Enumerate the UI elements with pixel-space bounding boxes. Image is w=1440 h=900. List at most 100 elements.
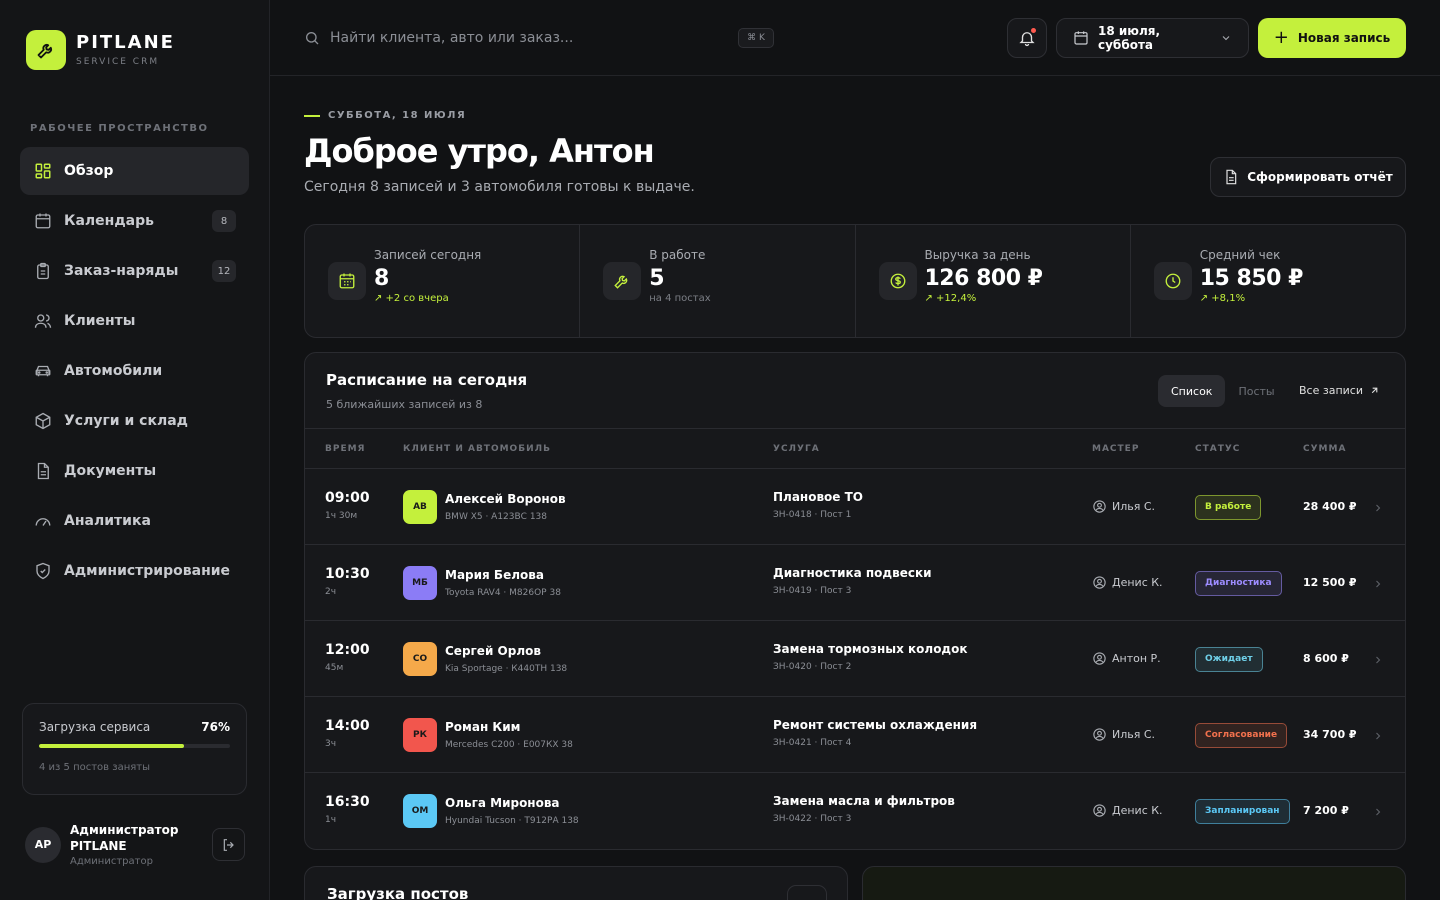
- stat-label: Записей сегодня: [374, 248, 482, 262]
- client-avatar: РК: [403, 718, 437, 752]
- all-entries-link[interactable]: Все записи: [1299, 384, 1380, 397]
- view-toggle: Список Посты: [1158, 375, 1288, 407]
- table-row[interactable]: 16:30 1ч ОМ Ольга Миронова Hyundai Tucso…: [305, 773, 1405, 849]
- status-badge: Ожидает: [1195, 647, 1263, 672]
- load-progress-fill: [39, 744, 185, 748]
- stat-card-revenue[interactable]: Выручка за день 126 800 ₽ ↗ +12,4%: [856, 225, 1131, 337]
- client-car: Mercedes C200 · Е007КХ 38: [445, 740, 573, 750]
- document-icon: [1226, 169, 1237, 185]
- sidebar-item-administration[interactable]: Администрирование: [20, 547, 249, 595]
- posts-menu-button[interactable]: [787, 885, 827, 900]
- logout-button[interactable]: [212, 828, 245, 861]
- sidebar-item-label: Администрирование: [64, 563, 231, 579]
- search-shortcut: ⌘ K: [738, 28, 774, 48]
- calendar-icon: [33, 211, 53, 231]
- clipboard-icon: [33, 261, 53, 281]
- client-avatar: АВ: [403, 490, 437, 524]
- user-circle-icon: [1093, 652, 1106, 665]
- chevron-right-icon: [1376, 580, 1381, 588]
- client-avatar: ОМ: [403, 794, 437, 828]
- sidebar-item-documents[interactable]: Документы: [20, 447, 249, 495]
- status-badge: Диагностика: [1195, 571, 1282, 596]
- table-row[interactable]: 12:00 45м СО Сергей Орлов Kia Sportage ·…: [305, 621, 1405, 697]
- table-row[interactable]: 09:00 1ч 30м АВ Алексей Воронов BMW X5 ·…: [305, 469, 1405, 545]
- stat-label: Выручка за день: [924, 248, 1031, 262]
- search-icon: [306, 32, 319, 45]
- row-time: 09:00: [325, 490, 370, 506]
- wrench-icon: [603, 262, 642, 300]
- client-car: Hyundai Tucson · Т912РА 138: [445, 816, 579, 826]
- row-duration: 3ч: [325, 739, 337, 749]
- sidebar-item-label: Календарь: [64, 213, 154, 229]
- master-name: Илья С.: [1112, 500, 1156, 513]
- search-input[interactable]: [330, 30, 730, 46]
- status-badge: Согласование: [1195, 723, 1288, 748]
- gauge-icon: [33, 511, 53, 531]
- client-name: Алексей Воронов: [445, 492, 566, 506]
- table-row[interactable]: 10:30 2ч МБ Мария Белова Toyota RAV4 · М…: [305, 545, 1405, 621]
- app-name: PITLANE: [76, 32, 175, 53]
- user-circle-icon: [1093, 500, 1106, 513]
- app-subtitle: SERVICE CRM: [76, 57, 160, 67]
- arrow-up-right-icon: [1371, 387, 1378, 394]
- load-progress-bar: [39, 744, 230, 748]
- accent-line: [304, 114, 320, 117]
- table-row[interactable]: 14:00 3ч РК Роман Ким Mercedes C200 · Е0…: [305, 697, 1405, 773]
- row-duration: 1ч: [325, 815, 337, 825]
- master-name: Антон Р.: [1112, 652, 1161, 665]
- logo[interactable]: PITLANE SERVICE CRM: [26, 30, 175, 70]
- row-time: 12:00: [325, 642, 370, 658]
- schedule-header: Расписание на сегодня 5 ближайших записе…: [305, 353, 1405, 429]
- notification-dot: [1031, 28, 1036, 33]
- load-note: 4 из 5 постов заняты: [39, 762, 150, 773]
- service-name: Замена тормозных колодок: [773, 642, 968, 656]
- stat-card-in-progress[interactable]: В работе 5 на 4 постах: [580, 225, 856, 337]
- new-entry-button[interactable]: + Новая запись: [1258, 18, 1406, 58]
- stat-card-average-check[interactable]: Средний чек 15 850 ₽ ↗ +8,1%: [1131, 225, 1405, 337]
- posts-load-title: Загрузка постов: [327, 885, 469, 900]
- sidebar: PITLANE SERVICE CRM РАБОЧЕЕ ПРОСТРАНСТВО…: [0, 0, 270, 900]
- notifications-button[interactable]: [1007, 18, 1047, 58]
- stat-value: 126 800 ₽: [924, 266, 1043, 291]
- stat-note: ↗ +12,4%: [924, 293, 977, 304]
- stat-label: В работе: [649, 248, 706, 262]
- date-picker-button[interactable]: 18 июля, суббота: [1056, 18, 1249, 58]
- sidebar-item-calendar[interactable]: Календарь 8: [20, 197, 249, 245]
- row-sum: 28 400 ₽: [1303, 500, 1357, 513]
- tab-list[interactable]: Список: [1158, 375, 1226, 407]
- sidebar-item-clients[interactable]: Клиенты: [20, 297, 249, 345]
- dollar-icon: [878, 262, 917, 300]
- sidebar-item-label: Клиенты: [64, 313, 136, 329]
- stats-panel: Записей сегодня 8 ↗ +2 со вчера В работе…: [304, 224, 1406, 338]
- stat-value: 8: [374, 266, 389, 291]
- service-meta: ЗН-0419 · Пост 3: [773, 586, 852, 596]
- service-name: Плановое ТО: [773, 490, 864, 504]
- chevron-right-icon: [1376, 732, 1381, 740]
- schedule-title: Расписание на сегодня: [326, 371, 528, 389]
- user-circle-icon: [1093, 804, 1106, 817]
- grid-icon: [33, 161, 53, 181]
- row-sum: 7 200 ₽: [1303, 804, 1349, 817]
- row-duration: 45м: [325, 663, 344, 673]
- service-name: Ремонт системы охлаждения: [773, 718, 978, 732]
- sidebar-item-overview[interactable]: Обзор: [20, 147, 249, 195]
- tab-posts[interactable]: Посты: [1225, 375, 1287, 407]
- sidebar-item-analytics[interactable]: Аналитика: [20, 497, 249, 545]
- box-icon: [33, 411, 53, 431]
- generate-report-button[interactable]: Сформировать отчёт: [1210, 157, 1406, 197]
- row-time: 14:00: [325, 718, 370, 734]
- user-circle-icon: [1093, 576, 1106, 589]
- stat-card-appointments[interactable]: Записей сегодня 8 ↗ +2 со вчера: [305, 225, 581, 337]
- avatar[interactable]: АР: [25, 826, 61, 863]
- sidebar-item-work-orders[interactable]: Заказ-наряды 12: [20, 247, 249, 295]
- all-entries-label: Все записи: [1299, 384, 1363, 397]
- sidebar-item-services-stock[interactable]: Услуги и склад: [20, 397, 249, 445]
- status-badge: Запланирован: [1195, 799, 1290, 824]
- eyebrow-text: СУББОТА, 18 ИЮЛЯ: [328, 110, 467, 121]
- count-badge: 8: [212, 210, 236, 232]
- client-avatar: МБ: [403, 566, 437, 600]
- client-name: Ольга Миронова: [445, 796, 560, 810]
- new-entry-label: Новая запись: [1297, 31, 1391, 45]
- chevron-down-icon: [1222, 36, 1230, 41]
- sidebar-item-cars[interactable]: Автомобили: [20, 347, 249, 395]
